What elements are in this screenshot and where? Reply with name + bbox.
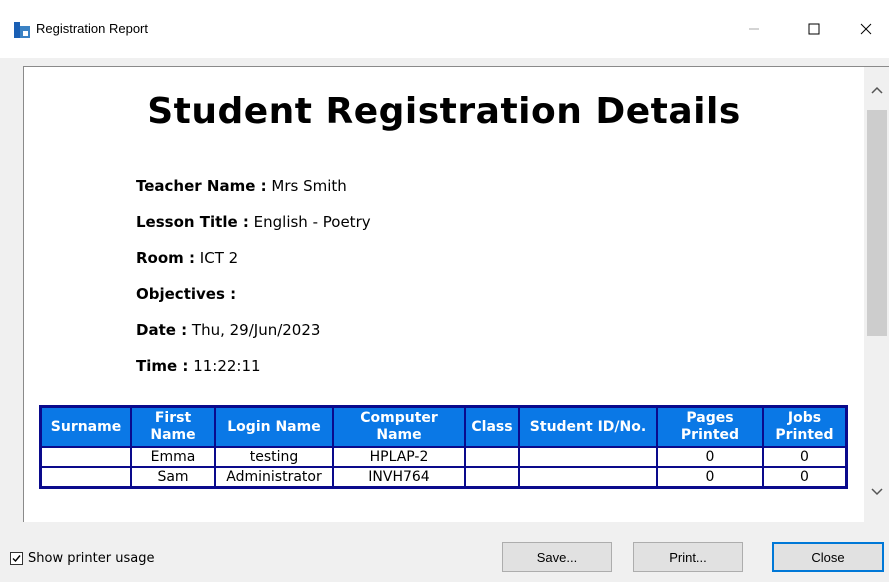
- field-value: ICT 2: [199, 249, 239, 267]
- scroll-down-button[interactable]: [864, 485, 889, 505]
- field-label: Room :: [136, 249, 196, 267]
- registration-table-wrapper: Surname First Name Login Name Computer N…: [39, 405, 848, 489]
- field-label: Lesson Title :: [136, 213, 249, 231]
- cell-class: [464, 466, 520, 489]
- registration-report-window: Registration Report Student Registration…: [0, 0, 889, 582]
- cell-student-id: [518, 466, 658, 489]
- scroll-thumb[interactable]: [867, 110, 887, 336]
- field-label: Objectives :: [136, 285, 237, 303]
- header-login-name: Login Name: [214, 405, 334, 448]
- window-title: Registration Report: [36, 21, 148, 36]
- cell-surname: [39, 466, 132, 489]
- lesson-title-line: Lesson Title : English - Poetry: [136, 213, 371, 231]
- cell-login-name: testing: [214, 446, 334, 468]
- cell-jobs-printed: 0: [762, 446, 848, 468]
- cell-computer-name: INVH764: [332, 466, 466, 489]
- chevron-up-icon: [871, 86, 883, 94]
- header-jobs-printed: Jobs Printed: [762, 405, 848, 448]
- cell-class: [464, 446, 520, 468]
- save-button[interactable]: Save...: [502, 542, 612, 572]
- table-row: Sam Administrator INVH764 0 0: [39, 466, 848, 489]
- field-value: English - Poetry: [253, 213, 371, 231]
- check-icon: [12, 555, 21, 563]
- cell-student-id: [518, 446, 658, 468]
- print-button[interactable]: Print...: [633, 542, 743, 572]
- minimize-icon: [749, 28, 759, 30]
- teacher-name-line: Teacher Name : Mrs Smith: [136, 177, 347, 195]
- title-bar: Registration Report: [0, 0, 889, 58]
- show-printer-usage-checkbox[interactable]: Show printer usage: [10, 551, 154, 566]
- field-value: Thu, 29/Jun/2023: [191, 321, 321, 339]
- field-label: Teacher Name :: [136, 177, 267, 195]
- scroll-up-button[interactable]: [864, 83, 889, 103]
- show-printer-usage-label: Show printer usage: [28, 551, 155, 566]
- close-icon: [860, 23, 872, 35]
- cell-pages-printed: 0: [656, 466, 764, 489]
- field-value: 11:22:11: [193, 357, 261, 375]
- time-line: Time : 11:22:11: [136, 357, 261, 375]
- header-student-id: Student ID/No.: [518, 405, 658, 448]
- header-computer-name: Computer Name: [332, 405, 466, 448]
- field-label: Time :: [136, 357, 189, 375]
- cell-first-name: Emma: [130, 446, 216, 468]
- header-class: Class: [464, 405, 520, 448]
- header-surname: Surname: [39, 405, 132, 448]
- cell-login-name: Administrator: [214, 466, 334, 489]
- window-close-button[interactable]: [843, 14, 889, 44]
- table-row: Emma testing HPLAP-2 0 0: [39, 446, 848, 468]
- header-pages-printed: Pages Printed: [656, 405, 764, 448]
- header-first-name: First Name: [130, 405, 216, 448]
- checkbox-box[interactable]: [10, 552, 23, 565]
- app-icon: [14, 22, 30, 38]
- close-button[interactable]: Close: [772, 542, 884, 572]
- cell-surname: [39, 446, 132, 468]
- report-viewer[interactable]: Student Registration Details Teacher Nam…: [23, 66, 889, 522]
- maximize-icon: [808, 23, 820, 35]
- registration-table: Surname First Name Login Name Computer N…: [39, 405, 848, 489]
- table-header-row: Surname First Name Login Name Computer N…: [39, 405, 848, 448]
- report-document: Student Registration Details Teacher Nam…: [24, 67, 864, 522]
- cell-computer-name: HPLAP-2: [332, 446, 466, 468]
- cell-first-name: Sam: [130, 466, 216, 489]
- date-line: Date : Thu, 29/Jun/2023: [136, 321, 320, 339]
- objectives-line: Objectives :: [136, 285, 236, 303]
- field-label: Date :: [136, 321, 188, 339]
- vertical-scrollbar[interactable]: [864, 67, 889, 522]
- room-line: Room : ICT 2: [136, 249, 238, 267]
- maximize-button[interactable]: [791, 14, 837, 44]
- field-value: Mrs Smith: [271, 177, 347, 195]
- report-title: Student Registration Details: [147, 91, 741, 132]
- minimize-button[interactable]: [731, 14, 777, 44]
- cell-jobs-printed: 0: [762, 466, 848, 489]
- chevron-down-icon: [871, 488, 883, 496]
- cell-pages-printed: 0: [656, 446, 764, 468]
